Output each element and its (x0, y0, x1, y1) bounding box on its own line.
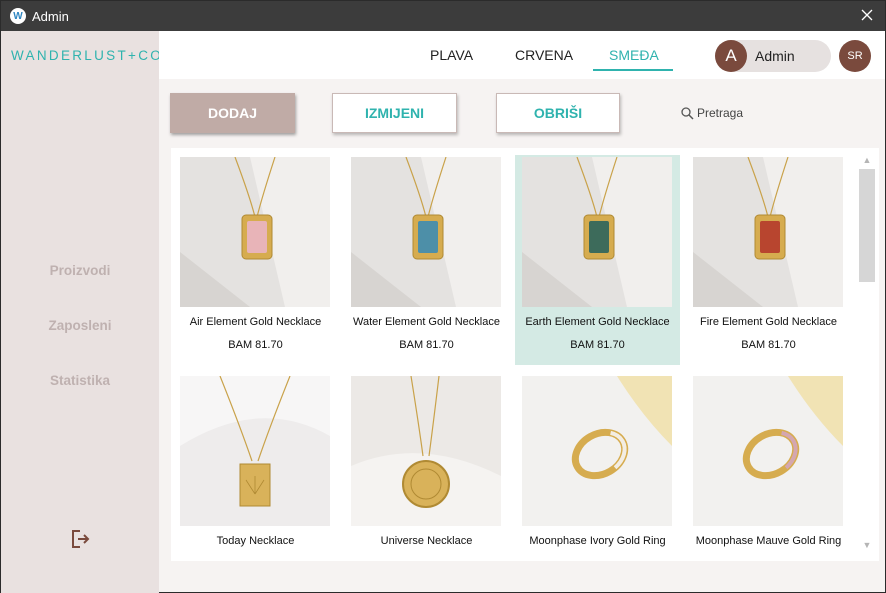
active-tab-indicator (593, 69, 673, 71)
brand-logo: WANDERLUST+CO (11, 48, 164, 63)
product-card[interactable]: Fire Element Gold Necklace BAM 81.70 (686, 155, 851, 365)
user-menu[interactable]: A Admin (715, 40, 831, 72)
logout-icon (72, 530, 90, 548)
product-name: Fire Element Gold Necklace (700, 316, 837, 328)
sidebar-item-zaposleni[interactable]: Zaposleni (1, 318, 159, 333)
product-card[interactable]: Universe Necklace (344, 374, 509, 561)
product-price: BAM 81.70 (228, 339, 283, 351)
close-icon (861, 9, 873, 21)
window-title: Admin (32, 8, 69, 24)
search-placeholder: Pretraga (697, 106, 744, 120)
avatar: A (715, 40, 747, 72)
sidebar: WANDERLUST+CO Proizvodi Zaposleni Statis… (1, 31, 161, 593)
logout-button[interactable] (69, 528, 91, 550)
top-bar: PLAVA CRVENA SMEĐA A Admin SR (159, 31, 885, 79)
tab-smeda[interactable]: SMEĐA (609, 47, 659, 63)
product-name: Water Element Gold Necklace (353, 316, 500, 328)
product-grid: Air Element Gold Necklace BAM 81.70 Water … (171, 148, 879, 561)
product-name: Air Element Gold Necklace (189, 316, 322, 328)
product-image (351, 376, 501, 526)
close-button[interactable] (857, 5, 877, 25)
product-card[interactable]: Today Necklace (173, 374, 338, 561)
product-price: BAM 81.70 (741, 339, 796, 351)
app-logo-icon: W (10, 8, 26, 24)
tab-crvena[interactable]: CRVENA (515, 47, 573, 63)
product-card[interactable]: Water Element Gold Necklace BAM 81.70 (344, 155, 509, 365)
product-image (522, 376, 672, 526)
product-name: Earth Element Gold Necklace (525, 316, 670, 328)
product-price: BAM 81.70 (570, 339, 625, 351)
add-button[interactable]: DODAJ (170, 93, 295, 133)
scroll-down-arrow-icon[interactable]: ▼ (859, 537, 875, 553)
sidebar-item-statistika[interactable]: Statistika (1, 373, 159, 388)
search-icon (681, 106, 694, 120)
product-image (180, 376, 330, 526)
product-image (351, 157, 501, 307)
product-image (180, 157, 330, 307)
sidebar-item-proizvodi[interactable]: Proizvodi (1, 263, 159, 278)
product-card[interactable]: Moonphase Mauve Gold Ring (686, 374, 851, 561)
delete-button[interactable]: OBRIŠI (496, 93, 620, 133)
product-name: Universe Necklace (380, 535, 473, 547)
edit-button[interactable]: IZMIJENI (332, 93, 457, 133)
search-field[interactable]: Pretraga (681, 106, 743, 120)
scroll-up-arrow-icon[interactable]: ▲ (859, 152, 875, 168)
product-card[interactable]: Earth Element Gold Necklace BAM 81.70 (515, 155, 680, 365)
product-card[interactable]: Moonphase Ivory Gold Ring (515, 374, 680, 561)
product-image (693, 157, 843, 307)
product-image (522, 157, 672, 307)
product-image (693, 376, 843, 526)
tab-plava[interactable]: PLAVA (430, 47, 473, 63)
language-button[interactable]: SR (839, 40, 871, 72)
product-name: Today Necklace (216, 535, 295, 547)
title-bar: W Admin (1, 1, 885, 31)
product-card[interactable]: Air Element Gold Necklace BAM 81.70 (173, 155, 338, 365)
grid-scrollbar[interactable]: ▲ ▼ (858, 152, 876, 555)
product-name: Moonphase Ivory Gold Ring (529, 535, 666, 547)
app-window: W Admin WANDERLUST+CO Proizvodi Zaposlen… (0, 0, 886, 593)
scroll-thumb[interactable] (859, 169, 875, 282)
user-name: Admin (755, 48, 795, 64)
product-price: BAM 81.70 (399, 339, 454, 351)
product-name: Moonphase Mauve Gold Ring (695, 535, 842, 547)
